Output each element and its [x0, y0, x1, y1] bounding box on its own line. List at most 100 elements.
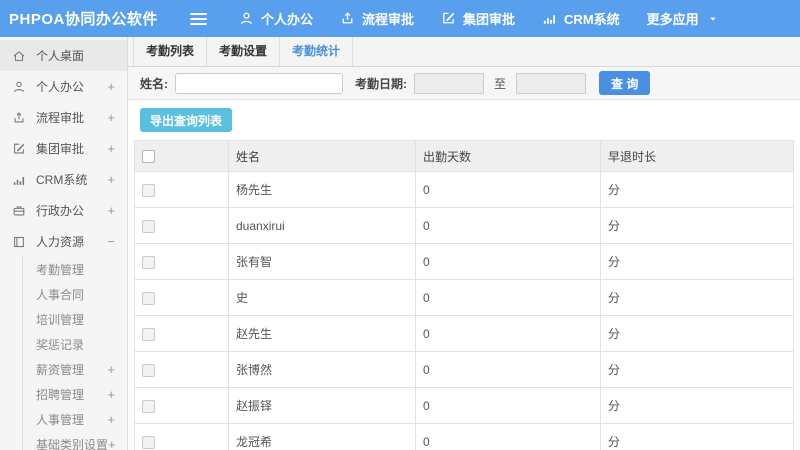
name-field-label: 姓名: — [140, 76, 168, 91]
nav-group-approval[interactable]: 集团审批 — [441, 9, 515, 28]
cell-attendance-days: 0 — [415, 351, 601, 388]
date-from-input[interactable] — [414, 72, 484, 94]
table-body: 杨先生 0 分 duanxirui 0 分 张有智 0 分 史 0 分 赵先生 … — [134, 171, 794, 450]
query-button[interactable]: 查 询 — [599, 71, 651, 95]
sidebar-item-personal-desktop[interactable]: 个人桌面 — [0, 40, 127, 71]
sidebar-subitem[interactable]: 薪资管理 + — [23, 357, 127, 382]
sidebar-submenu-hr: 考勤管理 人事合同 培训管理 奖惩记录 薪资管理 + 招聘管理 + 人事管理 +… — [22, 257, 127, 450]
select-all-header-cell — [134, 140, 229, 172]
cell-early-leave-duration: 分 — [600, 207, 794, 244]
cell-attendance-days: 0 — [415, 207, 601, 244]
cell-name: duanxirui — [228, 207, 416, 244]
sidebar-subitem[interactable]: 人事管理 + — [23, 407, 127, 432]
sidebar-item-label: 行政办公 — [36, 204, 85, 218]
cell-attendance-days: 0 — [415, 315, 601, 352]
nav-more-apps[interactable]: 更多应用 — [647, 9, 718, 28]
user-icon — [12, 80, 27, 94]
table-header-row: 姓名 出勤天数 早退时长 — [134, 140, 794, 172]
expand-indicator: + — [107, 79, 115, 94]
sidebar-subitem[interactable]: 招聘管理 + — [23, 382, 127, 407]
nav-personal-office[interactable]: 个人办公 — [239, 9, 313, 28]
export-query-list-button[interactable]: 导出查询列表 — [140, 108, 233, 132]
sidebar-item-personal-office[interactable]: 个人办公 + — [0, 71, 127, 102]
date-range-to-label: 至 — [494, 76, 507, 91]
expand-indicator: + — [107, 110, 115, 125]
cell-name: 张博然 — [228, 351, 416, 388]
cell-early-leave-duration: 分 — [600, 171, 794, 208]
table-row: 张博然 0 分 — [134, 351, 794, 388]
cell-name: 赵振铎 — [228, 387, 416, 424]
row-select-cell — [134, 171, 229, 208]
row-checkbox[interactable] — [142, 255, 155, 269]
cell-name: 杨先生 — [228, 171, 416, 208]
sidebar: 个人桌面 个人办公 + 流程审批 + 集团审批 + CRM系统 + 行政办公 +… — [0, 37, 128, 450]
tab-attendance-statistics[interactable]: 考勤统计 — [280, 37, 354, 66]
topbar: PHPOA协同办公软件 个人办公 流程审批 集团审批 CRM系统 更多应用 — [0, 0, 800, 37]
tab-attendance-settings[interactable]: 考勤设置 — [207, 37, 281, 66]
sidebar-item-label: 人力资源 — [36, 235, 85, 249]
expand-indicator: + — [107, 387, 115, 402]
nav-crm-system[interactable]: CRM系统 — [542, 9, 620, 28]
row-checkbox[interactable] — [142, 363, 155, 377]
row-checkbox[interactable] — [142, 435, 155, 449]
nav-label: 个人办公 — [261, 12, 314, 27]
column-header-name: 姓名 — [228, 140, 416, 172]
tab-bar: 考勤列表 考勤设置 考勤统计 — [128, 37, 800, 67]
cell-early-leave-duration: 分 — [600, 315, 794, 352]
sidebar-item-workflow-approval[interactable]: 流程审批 + — [0, 102, 127, 133]
table-row: 赵振铎 0 分 — [134, 387, 794, 424]
row-select-cell — [134, 423, 229, 450]
collapse-indicator: − — [107, 234, 115, 249]
table-row: 张有智 0 分 — [134, 243, 794, 280]
row-checkbox[interactable] — [142, 399, 155, 413]
table-container: 姓名 出勤天数 早退时长 杨先生 0 分 duanxirui 0 分 张有智 0… — [128, 140, 800, 450]
sidebar-subitem-label: 考勤管理 — [36, 263, 85, 277]
sidebar-item-label: 个人办公 — [36, 80, 85, 94]
home-icon — [12, 49, 27, 63]
sidebar-subitem[interactable]: 基础类别设置 + — [23, 432, 127, 450]
sidebar-item-group-approval[interactable]: 集团审批 + — [0, 133, 127, 164]
top-navigation: 个人办公 流程审批 集团审批 CRM系统 更多应用 — [239, 9, 745, 28]
expand-indicator: + — [108, 437, 116, 450]
date-to-input[interactable] — [516, 72, 587, 94]
main-content: 考勤列表 考勤设置 考勤统计 姓名: 考勤日期: 至 查 询 导出查询列表 姓名… — [128, 37, 800, 450]
sidebar-subitem[interactable]: 人事合同 — [23, 282, 127, 307]
caret-down-icon — [708, 14, 718, 24]
cell-attendance-days: 0 — [415, 387, 601, 424]
table-row: 龙冠希 0 分 — [134, 423, 794, 450]
cell-attendance-days: 0 — [415, 423, 601, 450]
hamburger-icon — [190, 12, 207, 25]
table-row: 杨先生 0 分 — [134, 171, 794, 208]
cell-name: 龙冠希 — [228, 423, 416, 450]
nav-label: CRM系统 — [564, 12, 620, 27]
sidebar-subitem[interactable]: 奖惩记录 — [23, 332, 127, 357]
row-select-cell — [134, 207, 229, 244]
row-select-cell — [134, 315, 229, 352]
sidebar-subitem-label: 薪资管理 — [36, 363, 85, 377]
table-row: 赵先生 0 分 — [134, 315, 794, 352]
sidebar-item-administrative-office[interactable]: 行政办公 + — [0, 195, 127, 226]
sidebar-subitem[interactable]: 考勤管理 — [23, 257, 127, 282]
row-select-cell — [134, 243, 229, 280]
edit-icon — [12, 142, 27, 156]
attendance-date-label: 考勤日期: — [355, 76, 407, 91]
row-checkbox[interactable] — [142, 183, 155, 197]
row-select-cell — [134, 279, 229, 316]
select-all-checkbox[interactable] — [142, 150, 155, 164]
toolbar: 导出查询列表 — [128, 100, 800, 140]
row-checkbox[interactable] — [142, 219, 155, 233]
user-icon — [239, 11, 254, 26]
app-body: 个人桌面 个人办公 + 流程审批 + 集团审批 + CRM系统 + 行政办公 +… — [0, 37, 800, 450]
tab-attendance-list[interactable]: 考勤列表 — [133, 37, 208, 66]
sidebar-subitem[interactable]: 培训管理 — [23, 307, 127, 332]
menu-toggle-button[interactable] — [184, 6, 213, 32]
sidebar-item-crm-system[interactable]: CRM系统 + — [0, 164, 127, 195]
name-input[interactable] — [175, 72, 343, 94]
row-checkbox[interactable] — [142, 327, 155, 341]
sidebar-subitem-label: 奖惩记录 — [36, 338, 85, 352]
nav-workflow-approval[interactable]: 流程审批 — [340, 9, 414, 28]
briefcase-icon — [12, 204, 27, 218]
sidebar-item-human-resources[interactable]: 人力资源 − — [0, 226, 127, 257]
row-checkbox[interactable] — [142, 291, 155, 305]
cell-attendance-days: 0 — [415, 171, 601, 208]
